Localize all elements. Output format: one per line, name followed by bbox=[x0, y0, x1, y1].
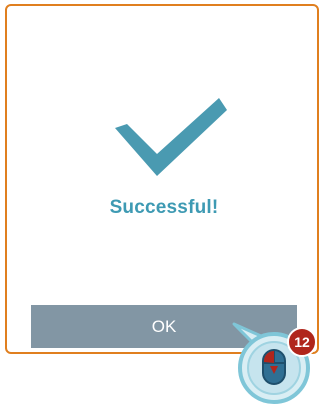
screen: Successful! OK 12 bbox=[0, 0, 327, 410]
step-badge: 12 bbox=[287, 327, 317, 357]
step-number: 12 bbox=[294, 334, 310, 350]
mouse-click-icon bbox=[262, 349, 286, 385]
mouse-click-callout: 12 bbox=[232, 322, 317, 404]
checkmark-icon bbox=[115, 98, 227, 176]
success-message: Successful! bbox=[109, 197, 219, 218]
success-dialog: Successful! OK bbox=[5, 4, 319, 354]
